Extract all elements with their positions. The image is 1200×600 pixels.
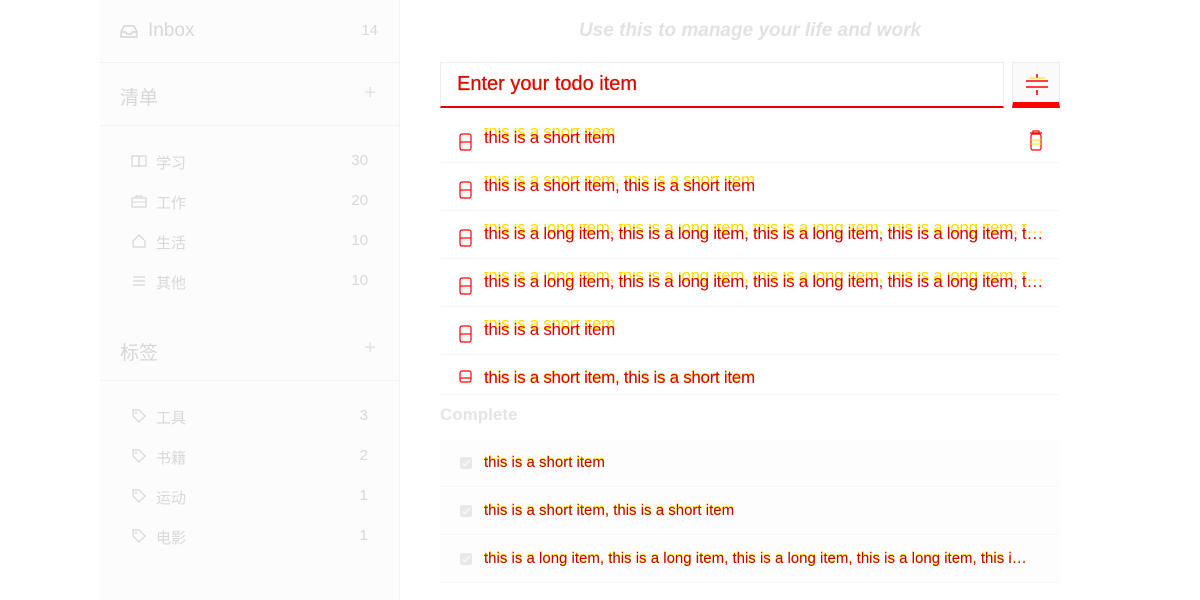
page-title: Use this to manage your life and work bbox=[578, 20, 922, 41]
todo-text: this is a short item, this is a short it… bbox=[484, 176, 755, 195]
todo-item[interactable]: this is a short item bbox=[440, 118, 1060, 163]
tag-icon bbox=[132, 529, 146, 543]
sidebar-item-label: 书籍 bbox=[156, 450, 187, 467]
inbox-label: Inbox bbox=[148, 20, 195, 41]
completed-item[interactable]: this is a short item, this is a short it… bbox=[440, 488, 1060, 535]
completed-text: this is a short item bbox=[484, 454, 605, 471]
add-tag-button[interactable]: + bbox=[364, 338, 376, 358]
sidebar-item-count: 1 bbox=[359, 527, 368, 544]
sidebar-item-inbox[interactable]: Inbox 14 bbox=[100, 0, 400, 63]
sidebar-item-sports[interactable]: 运动 1 bbox=[100, 476, 400, 516]
complete-section-title: Complete bbox=[440, 405, 518, 424]
sidebar-item-tools[interactable]: 工具 3 bbox=[100, 396, 400, 436]
add-list-button[interactable]: + bbox=[364, 83, 376, 103]
todo-text: this is a short item bbox=[484, 320, 615, 339]
completed-text: this is a short item, this is a short it… bbox=[484, 502, 735, 519]
completed-text: this is a long item, this is a long item… bbox=[484, 550, 1034, 567]
sidebar-item-label: 其他 bbox=[156, 275, 187, 292]
tags-section-title: 标签 bbox=[120, 343, 159, 364]
checked-checkbox-icon[interactable] bbox=[460, 457, 472, 469]
sidebar-item-label: 学习 bbox=[156, 155, 187, 172]
checkbox-icon[interactable] bbox=[459, 228, 473, 248]
sidebar-item-work[interactable]: 工作 20 bbox=[100, 181, 400, 221]
briefcase-icon bbox=[131, 195, 147, 208]
todo-item[interactable]: this is a short item, this is a short it… bbox=[440, 358, 1060, 395]
todo-text: this is a short item bbox=[484, 128, 615, 147]
todo-item[interactable]: this is a short item bbox=[440, 310, 1060, 355]
tag-icon bbox=[132, 409, 146, 423]
todo-input-container bbox=[440, 62, 1004, 108]
sidebar-item-count: 10 bbox=[351, 232, 368, 249]
completed-item[interactable]: this is a long item, this is a long item… bbox=[440, 536, 1060, 583]
tags-section-header: 标签 + bbox=[100, 318, 400, 381]
sidebar-item-label: 运动 bbox=[156, 490, 187, 507]
sidebar-item-label: 生活 bbox=[156, 235, 187, 252]
todo-text: this is a short item, this is a short it… bbox=[484, 368, 755, 387]
inbox-icon bbox=[120, 25, 138, 38]
sidebar-item-study[interactable]: 学习 30 bbox=[100, 141, 400, 181]
todo-item[interactable]: this is a long item, this is a long item… bbox=[440, 214, 1060, 259]
todo-app: Inbox 14 清单 + 学习 30 工作 20 生活 10 其他 10 标签… bbox=[0, 0, 1200, 600]
todo-text: this is a long item, this is a long item… bbox=[484, 272, 1044, 291]
sidebar-item-books[interactable]: 书籍 2 bbox=[100, 436, 400, 476]
todo-item[interactable]: this is a long item, this is a long item… bbox=[440, 262, 1060, 307]
trash-icon[interactable] bbox=[1028, 128, 1044, 152]
todo-item[interactable]: this is a short item, this is a short it… bbox=[440, 166, 1060, 211]
lists-section-title: 清单 bbox=[120, 88, 159, 109]
checkbox-icon[interactable] bbox=[459, 370, 473, 384]
book-icon bbox=[131, 155, 147, 168]
checkbox-icon[interactable] bbox=[459, 276, 473, 296]
checkbox-icon[interactable] bbox=[459, 324, 473, 344]
sidebar-item-label: 工具 bbox=[156, 410, 187, 427]
tag-icon bbox=[132, 489, 146, 503]
sidebar: Inbox 14 清单 + 学习 30 工作 20 生活 10 其他 10 标签… bbox=[100, 0, 400, 600]
lists-section-header: 清单 + bbox=[100, 63, 400, 126]
todo-input[interactable] bbox=[441, 63, 1003, 106]
completed-item[interactable]: this is a short item bbox=[440, 440, 1060, 487]
sidebar-item-count: 1 bbox=[359, 487, 368, 504]
todo-text: this is a long item, this is a long item… bbox=[484, 224, 1044, 243]
checkbox-icon[interactable] bbox=[459, 132, 473, 152]
checkbox-icon[interactable] bbox=[459, 180, 473, 200]
sidebar-item-movies[interactable]: 电影 1 bbox=[100, 516, 400, 556]
list-icon bbox=[133, 276, 145, 286]
sidebar-item-count: 3 bbox=[359, 407, 368, 424]
sidebar-item-label: 电影 bbox=[156, 530, 187, 547]
inbox-count: 14 bbox=[361, 22, 378, 39]
tag-icon bbox=[132, 449, 146, 463]
filter-icon bbox=[1026, 74, 1048, 95]
sidebar-item-count: 30 bbox=[351, 152, 368, 169]
checked-checkbox-icon[interactable] bbox=[460, 505, 472, 517]
sidebar-item-count: 10 bbox=[351, 272, 368, 289]
home-icon bbox=[132, 234, 146, 248]
sidebar-item-label: 工作 bbox=[156, 195, 187, 212]
sidebar-item-count: 2 bbox=[359, 447, 368, 464]
sidebar-item-count: 20 bbox=[351, 192, 368, 209]
sidebar-item-life[interactable]: 生活 10 bbox=[100, 221, 400, 261]
add-todo-button[interactable] bbox=[1012, 62, 1060, 108]
checked-checkbox-icon[interactable] bbox=[460, 553, 472, 565]
sidebar-item-other[interactable]: 其他 10 bbox=[100, 261, 400, 301]
